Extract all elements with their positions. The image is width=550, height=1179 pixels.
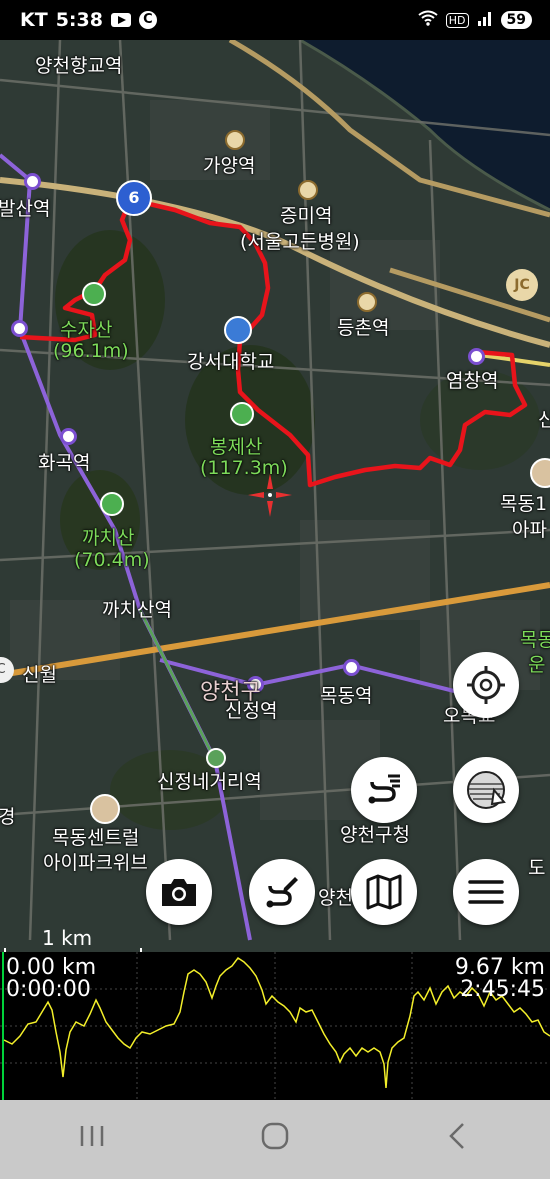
station-marker-hwagok[interactable] (60, 428, 77, 445)
label-kkachisan-elevation: (70.4m) (74, 549, 150, 571)
camera-button[interactable] (146, 859, 212, 925)
recent-apps-button[interactable] (52, 1122, 132, 1157)
station-marker-mokdong[interactable] (343, 659, 360, 676)
label-edge-mok: 목동 (520, 629, 550, 651)
menu-button[interactable] (453, 859, 519, 925)
label-gayang: 가양역 (203, 155, 256, 177)
hospital-icon (90, 794, 120, 824)
wifi-icon (418, 10, 438, 30)
route-list-icon (368, 774, 400, 804)
station-marker-balsan[interactable] (24, 173, 41, 190)
label-bongjesan-elevation: (117.3m) (200, 457, 288, 479)
end-time: 2:45:45 (460, 977, 545, 1002)
poi-marker-jeungmi[interactable] (298, 180, 318, 200)
locate-button[interactable] (453, 652, 519, 718)
jc-badge: JC (506, 269, 538, 301)
road-badge: 6 (116, 180, 152, 216)
youtube-icon (110, 13, 131, 27)
clock: 5:38 (55, 9, 103, 31)
app-c-icon: C (138, 11, 157, 29)
system-navigation-bar (0, 1100, 550, 1179)
label-kkachisan: 까치산 (82, 527, 135, 549)
start-time: 0:00:00 (6, 977, 91, 1002)
label-yang: 양천 (318, 887, 353, 909)
label-hwagok: 화곡역 (38, 452, 91, 474)
label-sujasan: 수자산 (60, 319, 113, 341)
battery-indicator: 59 (500, 11, 532, 29)
station-marker-west[interactable] (11, 320, 28, 337)
label-edge-un: 운 (528, 654, 546, 676)
map-icon (366, 874, 402, 910)
peak-marker-sujasan[interactable] (82, 282, 106, 306)
hd-badge: HD (445, 12, 469, 28)
label-sinjeong-negeori: 신정네거리역 (157, 771, 262, 793)
label-mokdong-station: 목동역 (320, 685, 373, 707)
station-marker-yeomchang[interactable] (468, 348, 485, 365)
home-icon (261, 1122, 289, 1149)
crosshair-icon (467, 666, 505, 704)
label-yangcheon-hyanggyo: 양천향교역 (35, 55, 123, 77)
peak-marker-kkachisan[interactable] (100, 492, 124, 516)
signal-icon (477, 10, 493, 30)
map-button[interactable] (351, 859, 417, 925)
label-balsan: 발산역 (0, 198, 51, 220)
poi-marker-gayang[interactable] (225, 130, 245, 150)
label-seoul-hospital: (서울고든병원) (240, 231, 360, 253)
home-button[interactable] (235, 1121, 315, 1159)
label-jeungmi: 증미역 (280, 205, 333, 227)
university-icon (224, 316, 252, 344)
elevation-profile[interactable]: 0.00 km 0:00:00 9.67 km 2:45:45 (0, 952, 550, 1100)
poi-marker-sinjeong-negeori[interactable] (206, 748, 226, 768)
label-deungchon: 등촌역 (337, 317, 390, 339)
label-edge-do: 도 (528, 857, 546, 879)
recent-apps-icon (80, 1126, 103, 1146)
start-distance: 0.00 km (6, 955, 97, 980)
scale-label: 1 km (42, 926, 93, 950)
label-edge-gyeong: 경 (0, 806, 16, 828)
layers-icon (467, 771, 506, 809)
menu-icon (468, 880, 504, 904)
route-list-button[interactable] (351, 757, 417, 823)
back-button[interactable] (418, 1121, 498, 1159)
status-bar: KT 5:38 C HD 59 (0, 0, 550, 40)
label-apa: 아파 (512, 519, 547, 541)
route-edit-button[interactable] (249, 859, 315, 925)
carrier-label: KT (20, 9, 48, 31)
label-sujasan-elevation: (96.1m) (53, 340, 129, 362)
label-mokdong1: 목동1 (500, 493, 548, 515)
label-edge-sin: 신 (538, 409, 550, 431)
poi-marker-deungchon[interactable] (357, 292, 377, 312)
label-gangseo-univ: 강서대학교 (187, 351, 275, 373)
label-kkachisan-station: 까치산역 (102, 599, 172, 621)
label-yangcheon-office: 양천구청 (340, 824, 410, 846)
label-yeomchang: 염창역 (446, 370, 499, 392)
map-view[interactable]: 6 JC C 양천향교역 가양역 증미역 (서울고든병원) 발산역 등촌역 강서… (0, 40, 550, 952)
camera-icon (162, 879, 196, 906)
layers-button[interactable] (453, 757, 519, 823)
end-distance: 9.67 km (454, 955, 545, 980)
label-bongjesan: 봉제산 (210, 436, 263, 458)
label-mokdong-central-1: 목동센트럴 (52, 827, 140, 849)
back-icon (449, 1122, 465, 1149)
label-sinjeong: 신정역 (225, 700, 278, 722)
route-edit-icon (266, 877, 298, 908)
peak-marker-bongjesan[interactable] (230, 402, 254, 426)
label-mokdong-central-2: 아이파크위브 (43, 852, 148, 874)
label-sinwol: 신월 (22, 664, 57, 686)
